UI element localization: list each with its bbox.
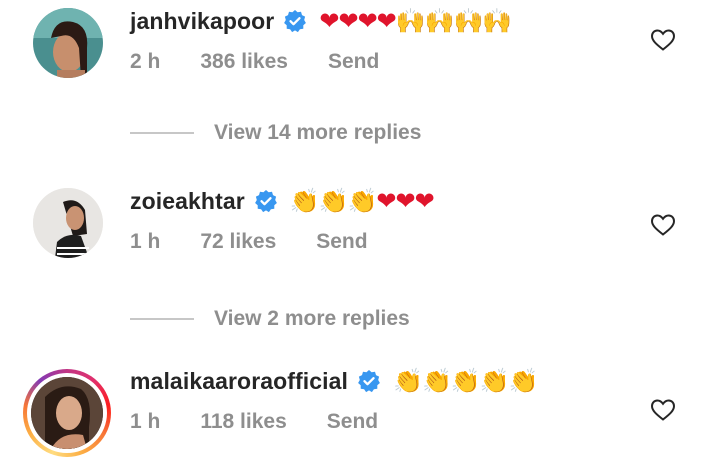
view-more-replies-button[interactable]: View 14 more replies [130, 118, 421, 148]
send-button[interactable]: Send [327, 410, 378, 434]
username[interactable]: malaikaaroraofficial [130, 368, 348, 395]
comment-time: 1 h [130, 410, 161, 433]
avatar-photo [33, 188, 103, 258]
comment-item: zoieakhtar 👏👏👏 ❤❤❤ 1 h 72 likes Send [0, 180, 720, 280]
comment-emoji-raised-hands: 🙌🙌🙌🙌 [395, 7, 513, 35]
comments-list: janhvikapoor ❤❤❤❤ 🙌🙌🙌🙌 2 h 386 likes Sen… [0, 0, 720, 460]
avatar-story-ring[interactable] [23, 369, 111, 457]
view-more-replies-button[interactable]: View 2 more replies [130, 304, 410, 334]
view-replies-label: View 2 more replies [214, 307, 410, 330]
view-replies-label: View 14 more replies [214, 121, 422, 144]
comment-meta: 1 h 118 likes Send [130, 410, 418, 434]
avatar-photo [33, 8, 103, 78]
comment-text-line: malaikaaroraofficial 👏👏👏👏👏 [130, 363, 538, 399]
comment-meta: 2 h 386 likes Send [130, 50, 419, 74]
comment-time: 2 h [130, 50, 161, 73]
likes-count[interactable]: 386 likes [200, 50, 288, 74]
comment-emoji-claps: 👏👏👏👏👏 [393, 367, 538, 395]
replies-divider [130, 318, 194, 320]
verified-badge-icon [357, 369, 381, 393]
heart-outline-icon[interactable] [650, 28, 676, 52]
heart-outline-icon[interactable] [650, 398, 676, 422]
comment-emoji-hearts: ❤❤❤❤ [319, 7, 396, 35]
comment-emoji-claps: 👏👏👏 [289, 187, 378, 215]
avatar [31, 377, 103, 449]
verified-badge-icon [283, 9, 307, 33]
avatar[interactable] [33, 8, 103, 78]
likes-count[interactable]: 118 likes [200, 410, 286, 434]
avatar[interactable] [33, 188, 103, 258]
username[interactable]: zoieakhtar [130, 188, 245, 215]
send-button[interactable]: Send [316, 230, 367, 254]
comment-text-line: zoieakhtar 👏👏👏 ❤❤❤ [130, 183, 435, 219]
send-button[interactable]: Send [328, 50, 379, 74]
comment-item: malaikaaroraofficial 👏👏👏👏👏 1 h 118 likes… [0, 360, 720, 460]
replies-divider [130, 132, 194, 134]
comment-emoji-hearts: ❤❤❤ [376, 187, 434, 215]
avatar-photo [31, 377, 103, 449]
likes-count[interactable]: 72 likes [200, 230, 276, 254]
comment-text-line: janhvikapoor ❤❤❤❤ 🙌🙌🙌🙌 [130, 3, 513, 39]
verified-badge-icon [254, 189, 278, 213]
comment-time: 1 h [130, 230, 161, 253]
comment-meta: 1 h 72 likes Send [130, 230, 408, 254]
comment-item: janhvikapoor ❤❤❤❤ 🙌🙌🙌🙌 2 h 386 likes Sen… [0, 0, 720, 100]
username[interactable]: janhvikapoor [130, 8, 274, 35]
heart-outline-icon[interactable] [650, 213, 676, 237]
